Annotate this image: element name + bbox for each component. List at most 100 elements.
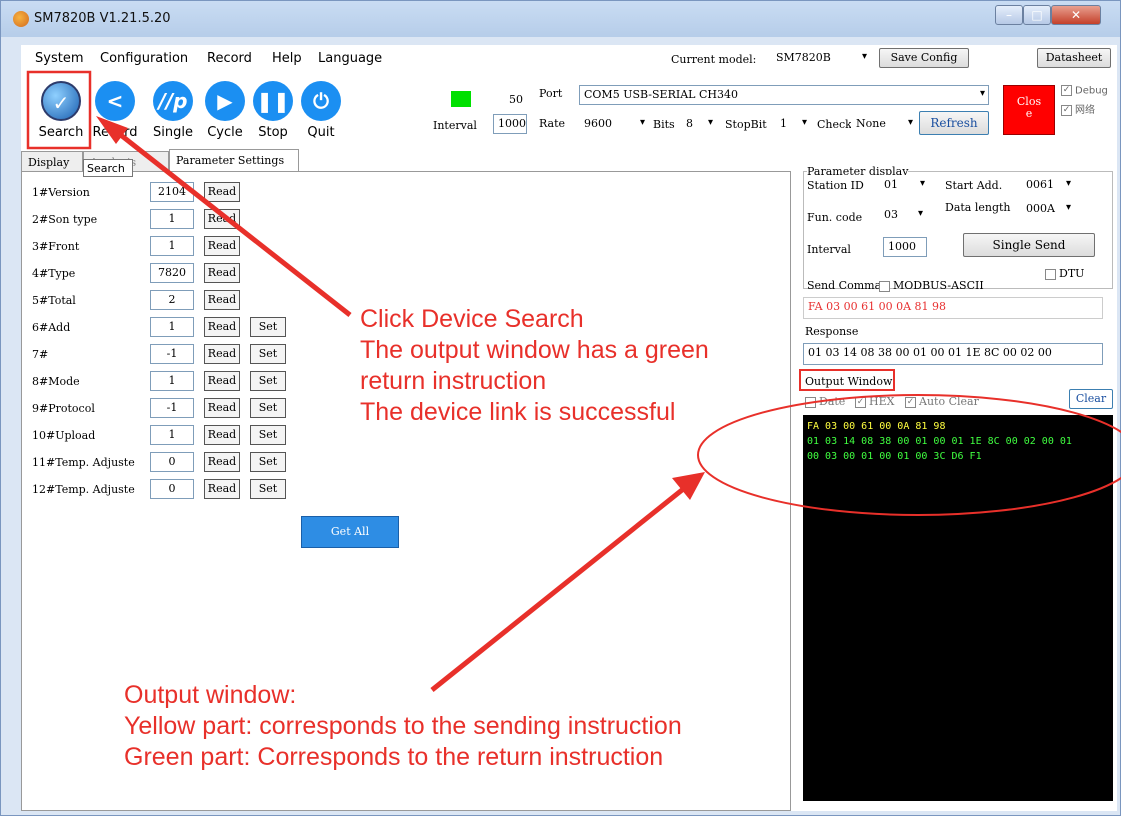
maximize-icon: □ bbox=[1031, 8, 1043, 22]
datasheet-button[interactable]: Datasheet bbox=[1037, 48, 1111, 68]
read-button[interactable]: Read bbox=[204, 290, 240, 310]
interval-label: Interval bbox=[433, 119, 477, 132]
set-button[interactable]: Set bbox=[250, 452, 286, 472]
parameter-label: 3#Front bbox=[32, 240, 80, 253]
parameter-value-input[interactable]: -1 bbox=[150, 344, 194, 364]
debug-checkbox[interactable]: ✓ Debug bbox=[1061, 85, 1108, 97]
parameter-value-input[interactable]: 2104 bbox=[150, 182, 194, 202]
send-command-input[interactable]: FA 03 00 61 00 0A 81 98 bbox=[803, 297, 1103, 319]
check-select[interactable]: None bbox=[851, 114, 917, 134]
read-button[interactable]: Read bbox=[204, 344, 240, 364]
date-checkbox[interactable]: Date bbox=[805, 395, 845, 408]
single-label: Single bbox=[153, 125, 193, 140]
parameter-label: 7# bbox=[32, 348, 49, 361]
parameter-value-input[interactable]: 0 bbox=[150, 452, 194, 472]
get-all-button[interactable]: Get All bbox=[301, 516, 399, 548]
hex-checkbox[interactable]: ✓ HEX bbox=[855, 395, 894, 408]
parameter-value-input[interactable]: 1 bbox=[150, 317, 194, 337]
tab-display[interactable]: Display bbox=[21, 151, 83, 173]
read-button[interactable]: Read bbox=[204, 425, 240, 445]
set-button[interactable]: Set bbox=[250, 317, 286, 337]
parameter-label: 4#Type bbox=[32, 267, 76, 280]
checkbox-icon bbox=[805, 396, 816, 408]
response-input[interactable]: 01 03 14 08 38 00 01 00 01 1E 8C 00 02 0… bbox=[803, 343, 1103, 365]
read-button[interactable]: Read bbox=[204, 263, 240, 283]
port-select[interactable]: COM5 USB-SERIAL CH340 bbox=[579, 85, 989, 105]
quit-tool-button[interactable]: ⏻ Quit bbox=[293, 81, 349, 140]
pause-icon: ❚❚ bbox=[253, 81, 293, 121]
set-button[interactable]: Set bbox=[250, 479, 286, 499]
parameter-value-input[interactable]: -1 bbox=[150, 398, 194, 418]
output-line: 01 03 14 08 38 00 01 00 01 1E 8C 00 02 0… bbox=[807, 436, 1072, 447]
station-id-select[interactable]: 01 bbox=[879, 175, 929, 195]
set-button[interactable]: Set bbox=[250, 398, 286, 418]
parameter-value-input[interactable]: 1 bbox=[150, 209, 194, 229]
read-button[interactable]: Read bbox=[204, 371, 240, 391]
menu-record[interactable]: Record bbox=[207, 51, 252, 66]
data-length-select[interactable]: 000A bbox=[1021, 199, 1075, 219]
check-icon: ✓ bbox=[905, 396, 916, 408]
dtu-checkbox[interactable]: DTU bbox=[1045, 267, 1084, 280]
tab-parameter-settings[interactable]: Parameter Settings bbox=[169, 149, 299, 173]
parameter-value-input[interactable]: 1 bbox=[150, 425, 194, 445]
status-indicator bbox=[451, 91, 471, 107]
rate-select[interactable]: 9600 bbox=[579, 114, 649, 134]
close-port-button[interactable]: Clos e bbox=[1003, 85, 1055, 135]
read-button[interactable]: Read bbox=[204, 236, 240, 256]
parameter-value-input[interactable]: 0 bbox=[150, 479, 194, 499]
check-icon: ✓ bbox=[855, 396, 866, 408]
stopbit-label: StopBit bbox=[725, 118, 767, 131]
parameter-value-input[interactable]: 1 bbox=[150, 236, 194, 256]
clear-button[interactable]: Clear bbox=[1069, 389, 1113, 409]
annotation-line: Green part: Corresponds to the return in… bbox=[124, 743, 664, 771]
dtu-label: DTU bbox=[1059, 267, 1085, 280]
annotation-line: The output window has a green bbox=[360, 336, 709, 364]
parameter-value-input[interactable]: 1 bbox=[150, 371, 194, 391]
title-bar: SM7820B V1.21.5.20 – □ ✕ bbox=[1, 1, 1120, 37]
read-button[interactable]: Read bbox=[204, 182, 240, 202]
parameter-value-input[interactable]: 7820 bbox=[150, 263, 194, 283]
refresh-button[interactable]: Refresh bbox=[919, 111, 989, 135]
bits-select[interactable]: 8 bbox=[681, 114, 717, 134]
close-icon: ✕ bbox=[1070, 8, 1082, 22]
modbus-ascii-checkbox[interactable]: MODBUS-ASCII bbox=[879, 279, 984, 292]
start-add-select[interactable]: 0061 bbox=[1021, 175, 1075, 195]
read-button[interactable]: Read bbox=[204, 479, 240, 499]
read-button[interactable]: Read bbox=[204, 209, 240, 229]
single-send-button[interactable]: Single Send bbox=[963, 233, 1095, 257]
close-button[interactable]: ✕ bbox=[1051, 5, 1101, 25]
annotation-bottom: Output window: Yellow part: corresponds … bbox=[124, 680, 682, 773]
single-tool-button[interactable]: //p Single bbox=[145, 81, 201, 140]
output-line: 00 03 00 01 00 01 00 3C D6 F1 bbox=[807, 451, 982, 462]
annotation-line: Click Device Search bbox=[360, 305, 584, 333]
window-title: SM7820B V1.21.5.20 bbox=[34, 11, 171, 26]
quit-label: Quit bbox=[307, 125, 335, 140]
fun-code-select[interactable]: 03 bbox=[879, 205, 927, 225]
read-button[interactable]: Read bbox=[204, 452, 240, 472]
parameter-label: 11#Temp. Adjuste bbox=[32, 456, 135, 469]
menu-language[interactable]: Language bbox=[318, 51, 382, 66]
minimize-button[interactable]: – bbox=[995, 5, 1023, 25]
set-button[interactable]: Set bbox=[250, 425, 286, 445]
param-interval-input[interactable]: 1000 bbox=[883, 237, 927, 257]
parameter-value-input[interactable]: 2 bbox=[150, 290, 194, 310]
set-button[interactable]: Set bbox=[250, 344, 286, 364]
net-checkbox[interactable]: ✓ 网络 bbox=[1061, 101, 1095, 116]
interval-input[interactable]: 1000 bbox=[493, 114, 527, 134]
save-config-button[interactable]: Save Config bbox=[879, 48, 969, 68]
record-tool-button[interactable]: < Record bbox=[87, 81, 143, 140]
maximize-button[interactable]: □ bbox=[1023, 5, 1051, 25]
read-button[interactable]: Read bbox=[204, 317, 240, 337]
set-button[interactable]: Set bbox=[250, 371, 286, 391]
search-tool-button[interactable]: ✓ Search bbox=[33, 81, 89, 140]
menu-help[interactable]: Help bbox=[272, 51, 302, 66]
checkbox-icon bbox=[879, 280, 890, 292]
param-interval-label: Interval bbox=[807, 243, 851, 256]
read-button[interactable]: Read bbox=[204, 398, 240, 418]
auto-clear-checkbox[interactable]: ✓ Auto Clear bbox=[905, 395, 979, 408]
menu-configuration[interactable]: Configuration bbox=[100, 51, 188, 66]
model-select[interactable]: SM7820B bbox=[771, 48, 871, 68]
menu-system[interactable]: System bbox=[35, 51, 83, 66]
output-window: FA 03 00 61 00 0A 81 98 01 03 14 08 38 00… bbox=[803, 415, 1113, 801]
stopbit-select[interactable]: 1 bbox=[775, 114, 811, 134]
